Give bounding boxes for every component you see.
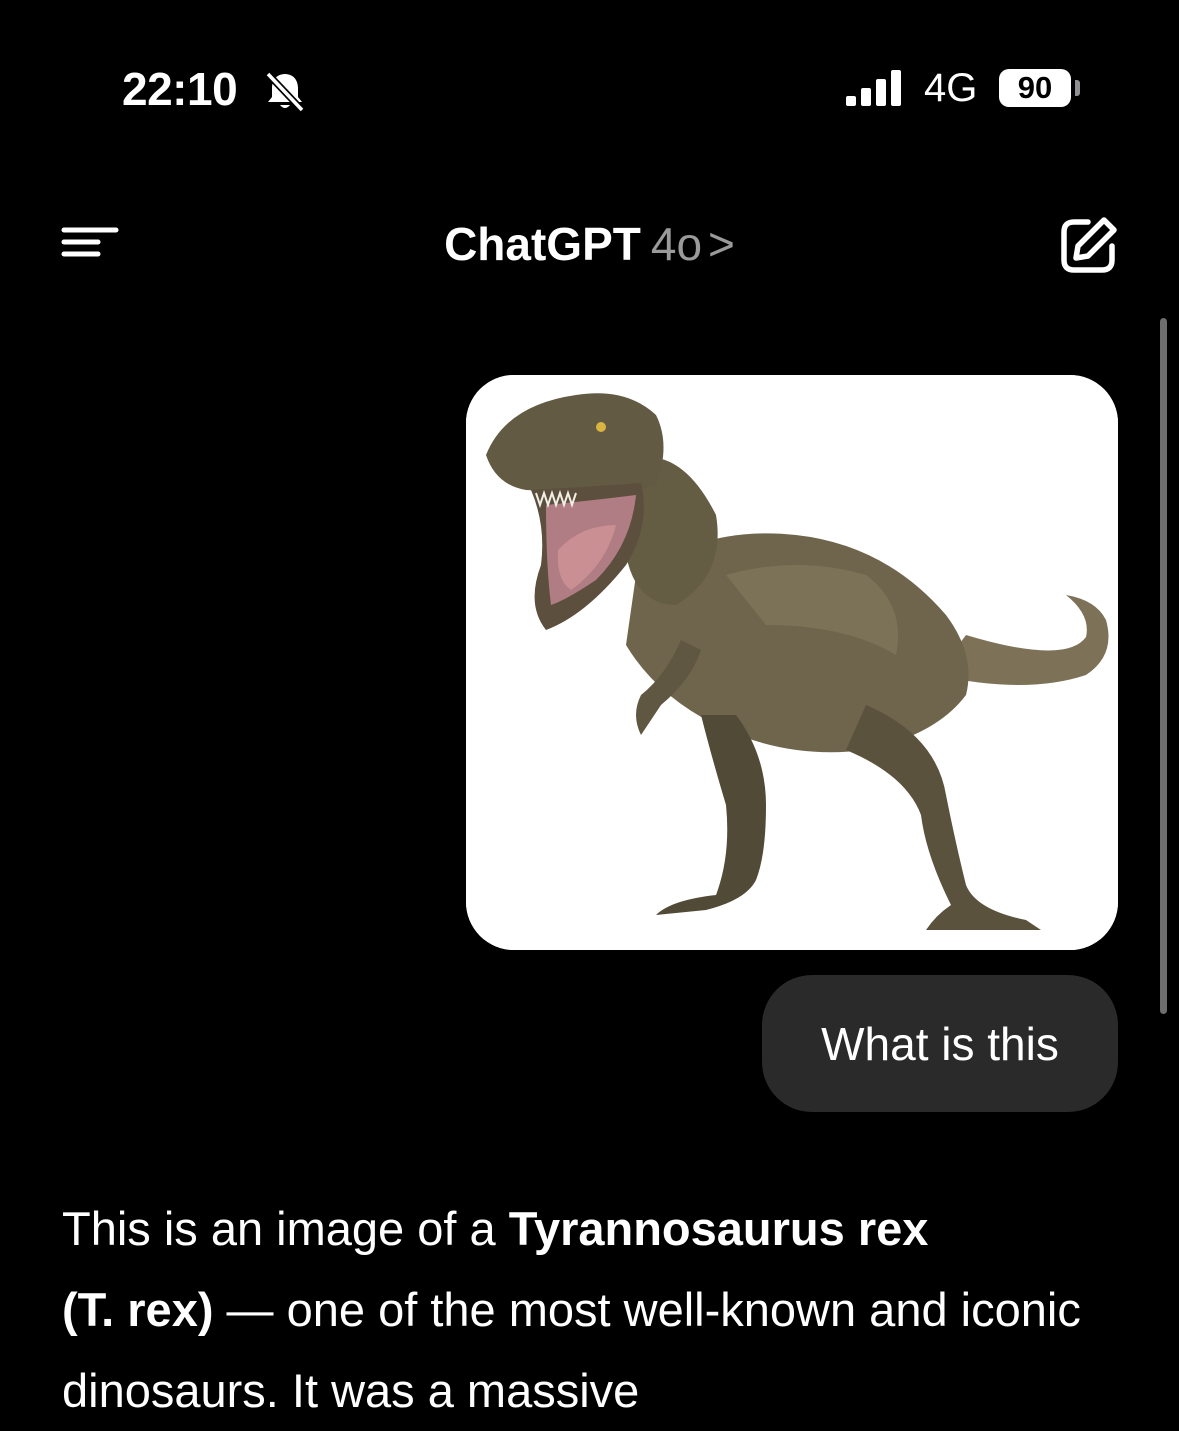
scrollbar[interactable] (1160, 318, 1167, 1014)
chevron-right-icon: > (708, 218, 735, 270)
model-selector[interactable]: ChatGPT 4o > (0, 214, 1179, 274)
t-rex-photo (466, 375, 1118, 950)
model-name: 4o (650, 218, 703, 270)
bell-slash-icon (265, 71, 305, 113)
chat-header: ChatGPT 4o > (0, 190, 1179, 300)
app-title: ChatGPT (444, 218, 641, 270)
assistant-bold-abbrev: (T. rex) (62, 1283, 214, 1336)
assistant-message: This is an image of a Tyrannosaurus rex (… (62, 1188, 1122, 1431)
network-type: 4G (924, 66, 978, 110)
user-message-bubble: What is this (762, 975, 1118, 1112)
signal-icon (846, 70, 901, 106)
user-image-attachment[interactable] (466, 375, 1118, 950)
assistant-text-part1: This is an image of a (62, 1202, 509, 1255)
battery-level: 90 (1017, 70, 1053, 105)
new-chat-edit-icon[interactable] (1058, 214, 1120, 276)
status-bar: 22:10 4G 90 (0, 0, 1179, 180)
battery-icon: 90 (999, 69, 1071, 107)
battery-nub (1075, 80, 1080, 96)
assistant-bold-species: Tyrannosaurus rex (508, 1202, 929, 1255)
status-time: 22:10 (122, 63, 238, 115)
assistant-text-part2: — one of the most well-known and iconic … (62, 1283, 1081, 1417)
